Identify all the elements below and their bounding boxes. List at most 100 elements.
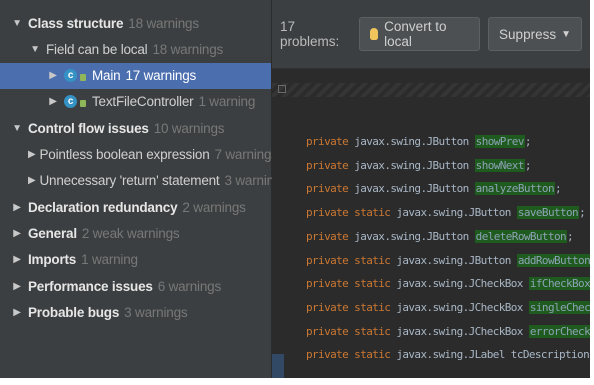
expanded-arrow-icon[interactable]: ▼ [28, 44, 42, 55]
collapsed-arrow-icon[interactable]: ▶ [28, 175, 36, 186]
code-preview-editor[interactable]: private javax.swing.JButton showPrev; pri… [272, 69, 590, 378]
collapsed-arrow-icon[interactable]: ▶ [46, 70, 60, 81]
warning-count: 1 warning [81, 252, 138, 268]
collapsed-arrow-icon[interactable]: ▶ [28, 149, 36, 160]
inspection-window: ▼ Class structure 18 warnings ▼ Field can be… [0, 0, 590, 378]
field-type: javax.swing.JCheckBox [396, 300, 523, 314]
field-name[interactable]: saveButton [516, 206, 580, 220]
suppress-button[interactable]: Suppress ▼ [488, 17, 582, 51]
statement-end: ; [524, 135, 532, 148]
field-name[interactable]: deleteRowButton [474, 229, 568, 243]
field-type: javax.swing.JButton [354, 182, 469, 196]
field-name[interactable]: addRowButton [516, 253, 590, 267]
collapsed-arrow-icon[interactable]: ▶ [10, 228, 24, 239]
warning-count: 18 warnings [152, 41, 224, 57]
collapsed-arrow-icon[interactable]: ▶ [10, 281, 24, 292]
tree-node-label: Performance issues [28, 278, 153, 294]
field-name[interactable]: analyzeButton [474, 182, 555, 196]
tree-node-label: General [28, 225, 77, 241]
collapsed-arrow-icon[interactable]: ▶ [10, 254, 24, 265]
problem-details-pane: 17 problems: Convert to local Suppress ▼… [272, 0, 590, 378]
keyword-modifiers: private static [306, 348, 391, 362]
collapsed-arrow-icon[interactable]: ▶ [46, 96, 60, 107]
warning-count: 2 weak warnings [81, 225, 180, 241]
field-type: javax.swing.JLabel [396, 348, 505, 362]
field-type: javax.swing.JButton [354, 135, 469, 148]
code-line: private javax.swing.JButton showNext; [306, 155, 531, 177]
tree-node[interactable]: ▶ General 2 weak warnings [0, 220, 271, 246]
tree-node-label: Class structure [28, 15, 124, 31]
field-type: javax.swing.JButton [396, 253, 511, 267]
field-name[interactable]: ifCheckBox [528, 277, 590, 291]
tree-node[interactable]: ▼ Class structure 18 warnings [0, 10, 271, 36]
tree-node[interactable]: ▶ c Main 17 warnings [0, 62, 271, 89]
tree-node-label: Unnecessary 'return' statement [39, 173, 220, 189]
tree-node[interactable]: ▶ Performance issues 6 warnings [0, 273, 271, 299]
tree-node-label: Probable bugs [28, 304, 120, 320]
keyword-modifiers: private static [306, 206, 391, 220]
tree-node-label: Pointless boolean expression [39, 147, 210, 162]
code-line: private javax.swing.JButton deleteRowBut… [306, 226, 574, 248]
access-lock-icon [80, 74, 86, 82]
keyword-modifiers: private [306, 182, 349, 196]
code-line: private static javax.swing.JCheckBox ifC… [306, 273, 590, 295]
keyword-modifiers: private static [306, 300, 391, 314]
code-line: private javax.swing.JButton showPrev; [306, 131, 531, 153]
code-line: private static javax.swing.JButton addRo… [306, 250, 590, 272]
tree-node-label: Control flow issues [28, 120, 149, 136]
tree-node[interactable]: ▼ Control flow issues 10 warnings [0, 115, 271, 141]
keyword-modifiers: private static [306, 253, 391, 267]
collapsed-arrow-icon[interactable]: ▶ [10, 307, 24, 318]
field-name[interactable]: showNext [474, 158, 525, 172]
problems-count: 17 problems: [280, 19, 340, 49]
problems-toolbar: 17 problems: Convert to local Suppress ▼ [272, 0, 590, 69]
expanded-arrow-icon[interactable]: ▼ [10, 18, 24, 29]
field-type: javax.swing.JCheckBox [396, 277, 523, 291]
tree-node[interactable]: ▶ Declaration redundancy 2 warnings [0, 194, 271, 220]
field-name[interactable]: showPrev [474, 135, 525, 148]
statement-end: ; [524, 158, 532, 172]
tree-node-label: Field can be local [46, 41, 148, 57]
field-name[interactable]: errorCheckBox [528, 324, 590, 338]
expanded-arrow-icon[interactable]: ▼ [10, 123, 24, 134]
chevron-down-icon: ▼ [561, 28, 571, 40]
access-lock-icon [80, 100, 86, 108]
field-type: javax.swing.JButton [396, 206, 511, 220]
tree-node-label: TextFileController [92, 94, 194, 110]
class-icon: c [64, 69, 77, 83]
code-line: private static javax.swing.JCheckBox sin… [306, 297, 590, 319]
code-line: private static javax.swing.JCheckBox err… [306, 321, 590, 343]
warning-count: 3 warnings [124, 304, 188, 320]
tree-node[interactable]: ▶ Imports 1 warning [0, 247, 271, 273]
field-name[interactable]: singleCheckBox [528, 300, 590, 314]
field-type: javax.swing.JButton [354, 229, 469, 243]
collapsed-arrow-icon[interactable]: ▶ [10, 202, 24, 213]
fold-toggle-icon[interactable] [278, 85, 286, 93]
keyword-modifiers: private static [306, 277, 391, 291]
tree-node-label: Imports [28, 252, 77, 268]
field-type: javax.swing.JButton [354, 158, 469, 172]
tree-node[interactable]: ▶ Pointless boolean expression 7 warnings [0, 142, 278, 168]
statement-end: ; [567, 229, 574, 243]
tree-node[interactable]: ▶ Unnecessary 'return' statement 3 warning… [0, 168, 288, 194]
field-name[interactable]: tcDescription [511, 348, 590, 361]
warning-count: 18 warnings [128, 15, 199, 31]
class-icon: c [64, 95, 77, 109]
warning-count: 7 warnings [214, 147, 278, 162]
warning-count: 1 warning [198, 94, 256, 110]
keyword-modifiers: private [306, 229, 349, 243]
warning-count: 10 warnings [153, 120, 225, 136]
gutter-marker [272, 354, 284, 378]
statement-end: ; [554, 182, 562, 196]
warning-count: 6 warnings [157, 278, 222, 294]
tree-node[interactable]: ▶ Probable bugs 3 warnings [0, 299, 271, 325]
statement-end: ; [589, 348, 590, 361]
warning-count: 2 warnings [182, 199, 246, 215]
keyword-modifiers: private [306, 158, 349, 172]
tree-node[interactable]: ▼ Field can be local 18 warnings [0, 36, 271, 62]
convert-to-local-button[interactable]: Convert to local [359, 17, 481, 51]
convert-to-local-label: Convert to local [384, 19, 447, 49]
inspection-results-tree: ▼ Class structure 18 warnings ▼ Field can be… [0, 0, 288, 378]
tree-node[interactable]: ▶ c TextFileController 1 warning [0, 89, 271, 115]
field-type: javax.swing.JCheckBox [396, 324, 523, 338]
